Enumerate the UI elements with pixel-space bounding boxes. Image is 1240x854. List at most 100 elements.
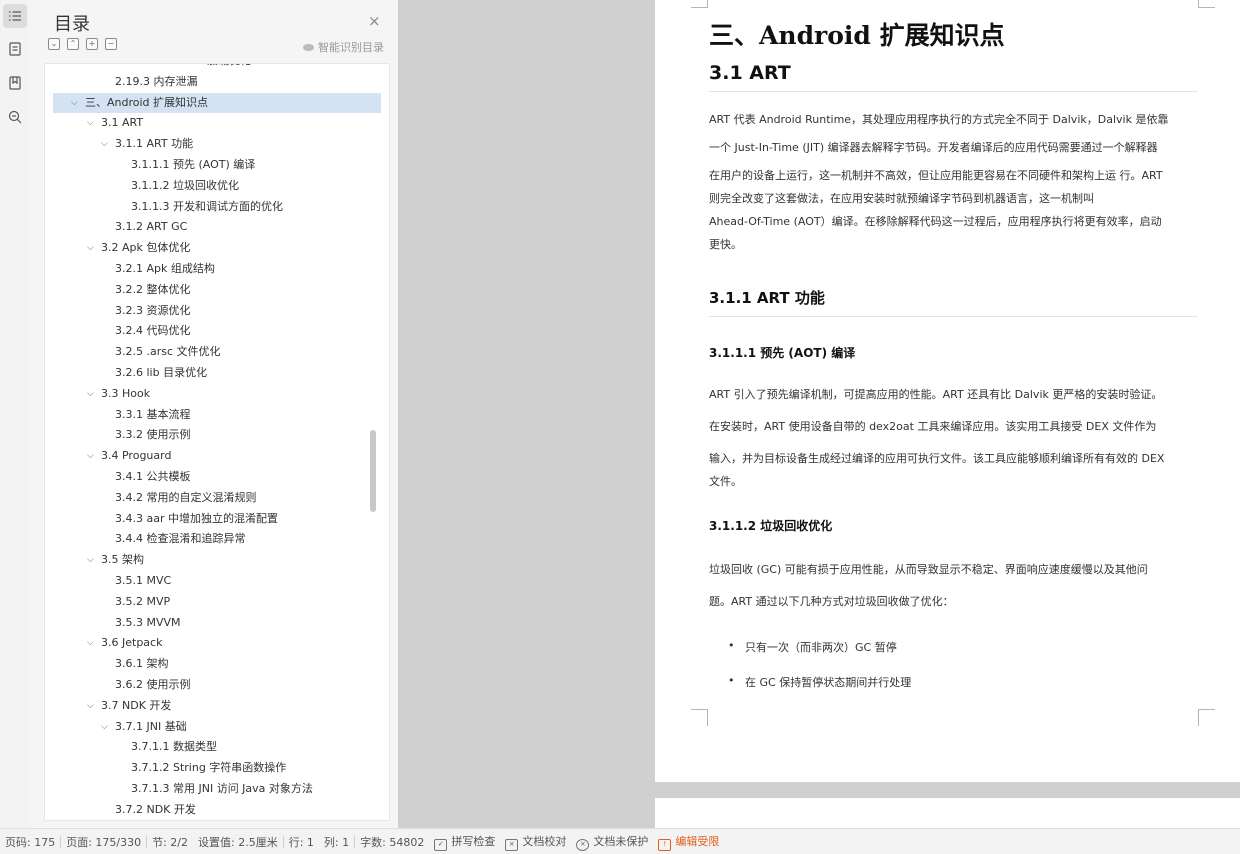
- toc-item[interactable]: 3.5.2 MVP: [45, 592, 389, 613]
- toc-item[interactable]: 3.1.2 ART GC: [45, 217, 389, 238]
- toc-item[interactable]: ⌵ 3.4 Proguard: [45, 446, 389, 467]
- edit-restrict-button[interactable]: ! 编辑受限: [653, 833, 724, 851]
- toc-item-label: 3.2.6 lib 目录优化: [115, 365, 208, 379]
- toc-item[interactable]: ⌵ 3.3 Hook: [45, 384, 389, 405]
- toc-item-label: 3.7 NDK 开发: [101, 698, 172, 712]
- toc-item[interactable]: 3.4.3 aar 中增加独立的混淆配置: [45, 509, 389, 530]
- protect-button[interactable]: × 文档未保护: [571, 833, 653, 851]
- bullet-item: 只有一次（而非两次）GC 暂停: [728, 639, 1234, 655]
- toc-item[interactable]: 3.4.2 常用的自定义混淆规则: [45, 488, 389, 509]
- chevron-down-icon[interactable]: ⌵: [87, 446, 94, 467]
- collapse-all-icon[interactable]: ⌄: [48, 38, 60, 50]
- paragraph-line: 在用户的设备上运行，这一机制并不高效，但让应用能更容易在不同硬件和架构上运 行。…: [709, 169, 1163, 182]
- toc-item[interactable]: 3.2.5 .arsc 文件优化: [45, 342, 389, 363]
- toc-item-label: 3.4.3 aar 中增加独立的混淆配置: [115, 511, 278, 525]
- heading-1: 三、Android 扩展知识点: [709, 21, 1005, 50]
- status-col[interactable]: 列: 1: [319, 834, 354, 850]
- close-icon[interactable]: ×: [368, 12, 381, 30]
- spell-check-button[interactable]: ✓ 拼写检查: [429, 833, 500, 851]
- proofread-button[interactable]: × 文档校对: [500, 833, 571, 851]
- margin-corner-mark: [1198, 0, 1215, 8]
- status-section[interactable]: 节: 2/2: [147, 834, 193, 850]
- chevron-down-icon[interactable]: ⌵: [101, 134, 108, 155]
- heading-3: 3.1.1 ART 功能: [709, 289, 825, 307]
- toc-item[interactable]: 2.19.2 WebView 加载优化: [45, 64, 389, 72]
- toc-item-label: 3.5.2 MVP: [115, 594, 171, 608]
- status-page[interactable]: 页面: 175/330: [61, 834, 146, 850]
- heading-4-aot: 3.1.1.1 预先 (AOT) 编译: [709, 346, 856, 360]
- toc-item-label: 3.1.1.3 开发和调试方面的优化: [131, 199, 283, 213]
- paragraph-art-intro: ART 代表 Android Runtime，其处理应用程序执行的方式完全不同于…: [709, 108, 1198, 256]
- status-row[interactable]: 行: 1: [284, 834, 319, 850]
- toc-item[interactable]: 3.6.1 架构: [45, 654, 389, 675]
- toc-item[interactable]: 3.6.2 使用示例: [45, 675, 389, 696]
- chevron-down-icon[interactable]: ⌵: [87, 384, 94, 405]
- remove-item-icon[interactable]: −: [105, 38, 117, 50]
- status-setting[interactable]: 设置值: 2.5厘米: [193, 834, 283, 850]
- toc-item[interactable]: 3.2.6 lib 目录优化: [45, 363, 389, 384]
- chevron-down-icon[interactable]: ⌵: [101, 717, 108, 738]
- toc-item[interactable]: 3.4.4 检查混淆和追踪异常: [45, 529, 389, 550]
- toc-item-label: 3.3.1 基本流程: [115, 407, 191, 421]
- toc-item[interactable]: ⌵ 3.1 ART: [45, 113, 389, 134]
- find-icon[interactable]: [3, 105, 27, 129]
- toc-item[interactable]: ⌵ 3.2 Apk 包体优化: [45, 238, 389, 259]
- toc-item[interactable]: 3.1.1.2 垃圾回收优化: [45, 176, 389, 197]
- toc-item[interactable]: ⌵ 3.7 NDK 开发: [45, 696, 389, 717]
- sidebar-rail: [0, 0, 31, 828]
- toc-item[interactable]: 3.7.1.3 常用 JNI 访问 Java 对象方法: [45, 779, 389, 800]
- bullet-item: 在 GC 保持暂停状态期间并行处理: [728, 674, 1234, 690]
- smart-recognize-toc-button[interactable]: 智能识别目录: [303, 39, 384, 55]
- chevron-down-icon[interactable]: ⌵: [87, 696, 94, 717]
- status-page-code[interactable]: 页码: 175: [0, 834, 60, 850]
- toc-item[interactable]: 3.1.1.3 开发和调试方面的优化: [45, 197, 389, 218]
- toc-item[interactable]: 3.3.2 使用示例: [45, 425, 389, 446]
- toc-item[interactable]: 3.2.1 Apk 组成结构: [45, 259, 389, 280]
- toc-item[interactable]: 3.3.1 基本流程: [45, 405, 389, 426]
- heading-2: 3.1 ART: [709, 62, 791, 84]
- paragraph-line: 输入，并为目标设备生成经过编译的应用可执行文件。该工具应能够顺利编译所有有效的 …: [709, 452, 1165, 465]
- toc-scrollbar[interactable]: [370, 430, 376, 512]
- toc-item[interactable]: 3.5.3 MVVM: [45, 613, 389, 634]
- bookmark-icon[interactable]: [3, 71, 27, 95]
- toc-item[interactable]: 2.19.3 内存泄漏: [45, 72, 389, 93]
- document-icon[interactable]: [3, 37, 27, 61]
- chevron-down-icon[interactable]: ⌵: [87, 238, 94, 259]
- toc-item[interactable]: 3.5.1 MVC: [45, 571, 389, 592]
- toc-item-label: 3.7.1 JNI 基础: [115, 719, 187, 733]
- toc-item-label: 3.1.1.2 垃圾回收优化: [131, 178, 239, 192]
- smart-recognize-label: 智能识别目录: [318, 41, 384, 54]
- document-page[interactable]: 三、Android 扩展知识点 3.1 ART ART 代表 Android R…: [655, 0, 1240, 782]
- toc-item[interactable]: ⌵ 3.6 Jetpack: [45, 633, 389, 654]
- toc-list[interactable]: 2.19.2 WebView 加载优化 2.19.3 内存泄漏 ⌵ 三、Android…: [44, 63, 390, 821]
- toc-icon[interactable]: [3, 4, 27, 28]
- toc-item[interactable]: ⌵ 三、Android 扩展知识点: [53, 92, 381, 114]
- toc-item[interactable]: 3.1.1.1 预先 (AOT) 编译: [45, 155, 389, 176]
- toc-item-label: 三、Android 扩展知识点: [85, 95, 209, 109]
- add-item-icon[interactable]: +: [86, 38, 98, 50]
- toc-item[interactable]: 3.2.2 整体优化: [45, 280, 389, 301]
- toc-item[interactable]: 3.7.1.2 String 字符串函数操作: [45, 758, 389, 779]
- toc-item[interactable]: 3.7.1.1 数据类型: [45, 737, 389, 758]
- toc-item-label: 3.2.3 资源优化: [115, 303, 191, 317]
- expand-all-icon[interactable]: ⌃: [67, 38, 79, 50]
- toc-item[interactable]: 3.2.4 代码优化: [45, 321, 389, 342]
- toc-item[interactable]: ⌵ 3.7.1 JNI 基础: [45, 717, 389, 738]
- chevron-down-icon[interactable]: ⌵: [71, 93, 78, 114]
- proofread-label: 文档校对: [522, 834, 567, 848]
- chevron-down-icon[interactable]: ⌵: [87, 113, 94, 134]
- paragraph-gc: 垃圾回收 (GC) 可能有损于应用性能，从而导致显示不稳定、界面响应速度缓慢以及…: [709, 558, 1198, 613]
- status-word-count[interactable]: 字数: 54802: [355, 834, 429, 850]
- paragraph-line: 在安装时，ART 使用设备自带的 dex2oat 工具来编译应用。该实用工具接受…: [709, 420, 1157, 433]
- toc-item[interactable]: ⌵ 3.5 架构: [45, 550, 389, 571]
- toc-item[interactable]: 3.4.1 公共模板: [45, 467, 389, 488]
- spell-check-label: 拼写检查: [451, 834, 496, 848]
- toc-item-label: 3.3 Hook: [101, 386, 151, 400]
- toc-item[interactable]: ⌵ 3.1.1 ART 功能: [45, 134, 389, 155]
- toc-item-label: 3.7.1.2 String 字符串函数操作: [131, 761, 287, 775]
- next-page[interactable]: [655, 798, 1240, 828]
- toc-item[interactable]: 3.2.3 资源优化: [45, 301, 389, 322]
- chevron-down-icon[interactable]: ⌵: [87, 633, 94, 654]
- toc-item[interactable]: 3.7.2 NDK 开发: [45, 800, 389, 820]
- chevron-down-icon[interactable]: ⌵: [87, 550, 94, 571]
